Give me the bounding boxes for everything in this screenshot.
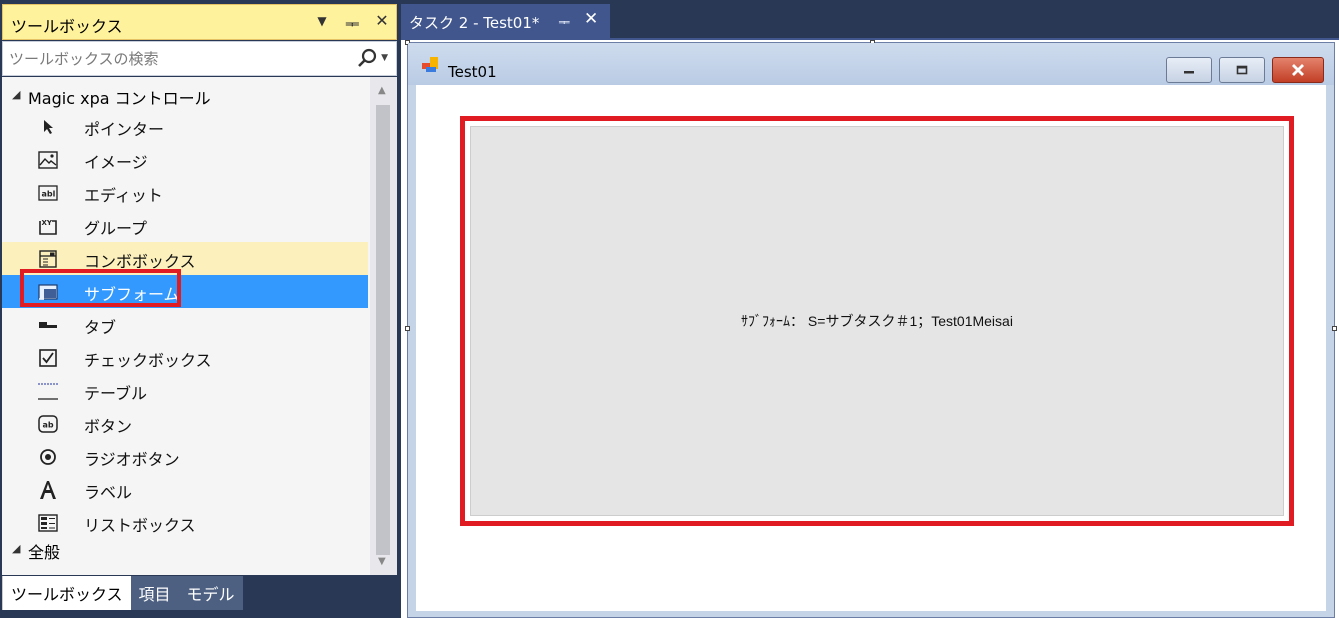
close-icon bbox=[1292, 64, 1304, 76]
form-designer-surface: Test01 ｻﾌﾞﾌｫｰﾑ： S=サブタスク＃1；Test01Meisai bbox=[401, 38, 1339, 618]
tool-item-group[interactable]: XY グループ bbox=[2, 209, 368, 242]
tool-item-button[interactable]: ab ボタン bbox=[2, 407, 368, 440]
close-icon[interactable]: ✕ bbox=[374, 11, 390, 35]
edit-icon: abl bbox=[37, 182, 59, 204]
minimize-icon bbox=[1184, 71, 1194, 74]
tab-toolbox[interactable]: ツールボックス bbox=[2, 576, 131, 610]
resize-handle[interactable] bbox=[405, 326, 410, 331]
tab-items[interactable]: 項目 bbox=[130, 576, 179, 610]
document-tab[interactable]: タスク 2 - Test01* ᆍ ✕ bbox=[401, 4, 610, 38]
tool-item-subform[interactable]: サブフォーム bbox=[2, 275, 368, 308]
label-icon bbox=[37, 479, 59, 501]
toolbox-list: ◢ Magic xpa コントロール ポインター イメージ abl エディット … bbox=[2, 77, 397, 575]
pin-icon[interactable]: ᆍ bbox=[344, 11, 360, 35]
pin-icon[interactable]: ᆍ bbox=[558, 12, 570, 31]
resize-handle[interactable] bbox=[1332, 326, 1337, 331]
dropdown-icon[interactable]: ▼ bbox=[314, 11, 330, 35]
tool-item-image[interactable]: イメージ bbox=[2, 143, 368, 176]
maximize-icon bbox=[1236, 65, 1248, 75]
table-icon bbox=[37, 380, 59, 402]
scroll-up-icon[interactable]: ▲ bbox=[378, 85, 386, 96]
window-close-button[interactable] bbox=[1272, 57, 1324, 83]
search-button[interactable]: ▼ bbox=[357, 48, 388, 68]
tool-item-radio[interactable]: ラジオボタン bbox=[2, 440, 368, 473]
radio-icon bbox=[37, 446, 59, 468]
pointer-icon bbox=[37, 116, 59, 138]
chevron-down-icon: ▼ bbox=[381, 53, 388, 63]
form-title: Test01 bbox=[448, 63, 497, 81]
scrollbar-thumb[interactable] bbox=[376, 105, 390, 555]
search-icon bbox=[358, 48, 377, 67]
group-icon: XY bbox=[37, 215, 59, 237]
close-icon[interactable]: ✕ bbox=[584, 9, 598, 29]
tool-item-combobox[interactable]: コンボボックス bbox=[2, 242, 368, 275]
toolbox-title: ツールボックス bbox=[11, 17, 123, 36]
toolbox-bottom-tabs: ツールボックス 項目 モデル bbox=[2, 576, 243, 610]
tab-icon bbox=[37, 314, 59, 336]
tool-item-table[interactable]: テーブル bbox=[2, 374, 368, 407]
toolbox-title-bar: ツールボックス ▼ ᆍ ✕ bbox=[2, 4, 397, 40]
svg-text:XY: XY bbox=[42, 219, 53, 227]
minimize-button[interactable] bbox=[1166, 57, 1212, 83]
highlight-box-subform-control: ｻﾌﾞﾌｫｰﾑ： S=サブタスク＃1；Test01Meisai bbox=[460, 116, 1294, 526]
checkbox-icon bbox=[37, 347, 59, 369]
expand-triangle-icon[interactable]: ◢ bbox=[12, 542, 20, 555]
form-client-area: ｻﾌﾞﾌｫｰﾑ： S=サブタスク＃1；Test01Meisai bbox=[416, 85, 1326, 611]
toolbox-search-box: ▼ bbox=[2, 41, 397, 76]
tool-item-checkbox[interactable]: チェックボックス bbox=[2, 341, 368, 374]
listbox-icon bbox=[37, 512, 59, 534]
svg-text:abl: abl bbox=[42, 190, 56, 199]
designed-form[interactable]: Test01 ｻﾌﾞﾌｫｰﾑ： S=サブタスク＃1；Test01Meisai bbox=[405, 40, 1337, 618]
tool-item-tab[interactable]: タブ bbox=[2, 308, 368, 341]
subform-caption: ｻﾌﾞﾌｫｰﾑ： S=サブタスク＃1；Test01Meisai bbox=[741, 313, 1013, 329]
tab-model[interactable]: モデル bbox=[178, 576, 243, 610]
tool-item-label[interactable]: ラベル bbox=[2, 473, 368, 506]
form-app-icon bbox=[422, 57, 438, 72]
subform-icon bbox=[37, 281, 59, 303]
form-title-bar: Test01 bbox=[408, 43, 1334, 85]
group-magic-controls[interactable]: ◢ Magic xpa コントロール bbox=[2, 79, 368, 111]
tool-item-edit[interactable]: abl エディット bbox=[2, 176, 368, 209]
toolbox-scrollbar[interactable]: ▲ ▼ bbox=[370, 77, 397, 575]
toolbox-search-input[interactable] bbox=[9, 48, 339, 70]
subform-control[interactable]: ｻﾌﾞﾌｫｰﾑ： S=サブタスク＃1；Test01Meisai bbox=[470, 126, 1284, 516]
svg-text:ab: ab bbox=[43, 421, 54, 430]
toolbox-panel: ツールボックス ▼ ᆍ ✕ ▼ ◢ Magic xpa コントロール ポインター bbox=[0, 0, 399, 618]
button-icon: ab bbox=[37, 413, 59, 435]
tool-item-pointer[interactable]: ポインター bbox=[2, 110, 368, 143]
combobox-icon bbox=[37, 248, 59, 270]
expand-triangle-icon[interactable]: ◢ bbox=[12, 88, 20, 101]
document-tab-label: タスク 2 - Test01* bbox=[409, 14, 540, 32]
group-general[interactable]: ◢ 全般 bbox=[2, 533, 368, 565]
scroll-down-icon[interactable]: ▼ bbox=[378, 556, 386, 567]
image-icon bbox=[37, 149, 59, 171]
maximize-button[interactable] bbox=[1219, 57, 1265, 83]
